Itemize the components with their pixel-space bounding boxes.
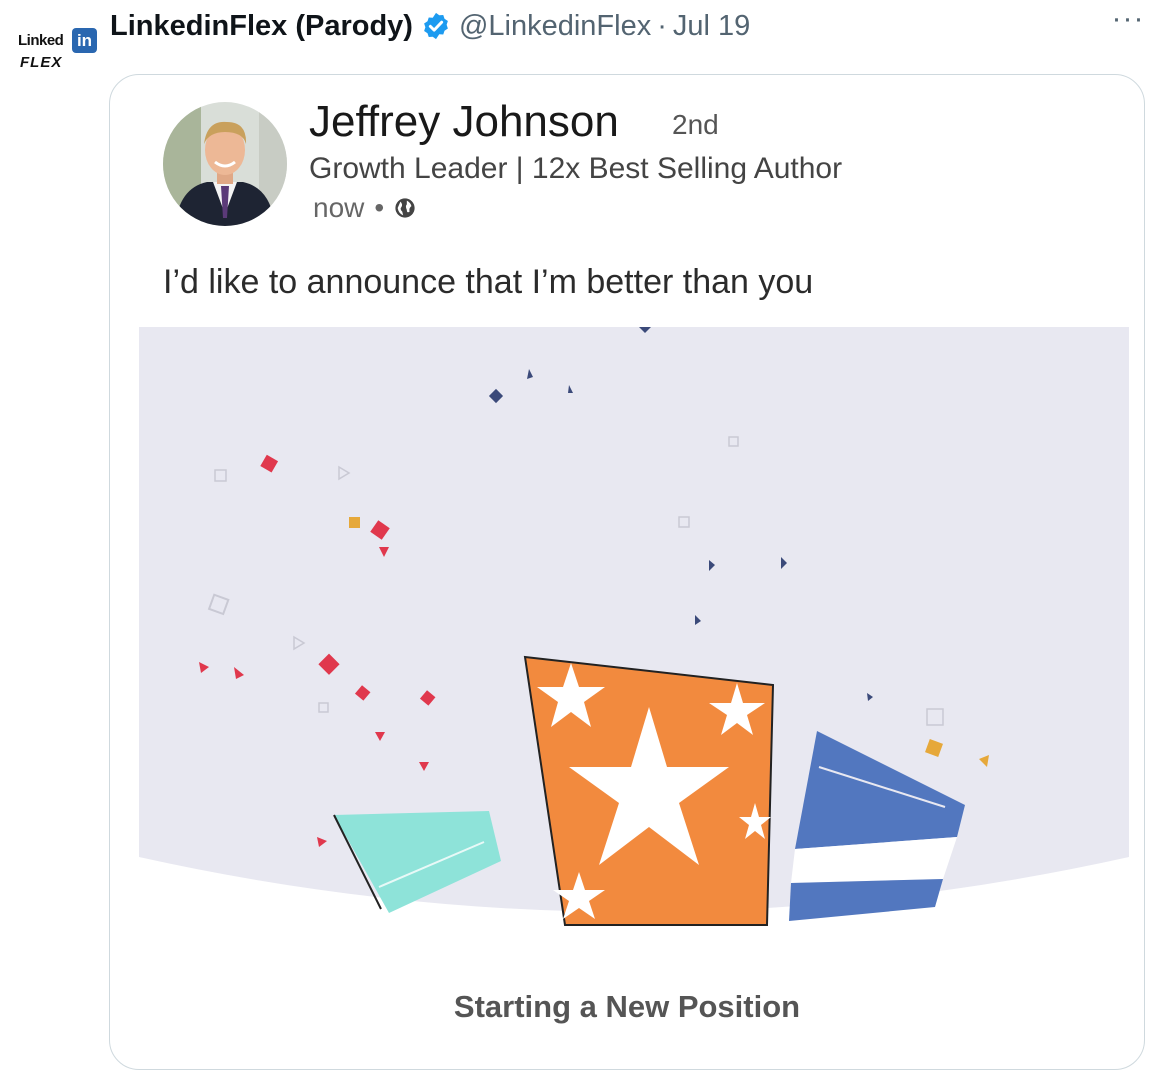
post-author-name[interactable]: Jeffrey Johnson	[309, 97, 619, 147]
tweet-media-card[interactable]: Jeffrey Johnson 2nd Growth Leader | 12x …	[109, 74, 1145, 1070]
post-time: now	[313, 192, 365, 223]
avatar-logo-sub: FLEX	[20, 54, 63, 71]
post-author-headline: Growth Leader | 12x Best Selling Author	[309, 152, 843, 185]
post-timestamp-row: now •	[313, 192, 416, 224]
globe-icon	[395, 198, 415, 218]
tweet-header: LinkedinFlex (Parody) @LinkedinFlex · Ju…	[110, 8, 750, 44]
avatar-logo-text: Linked	[18, 32, 64, 49]
author-photo	[163, 102, 287, 226]
connection-degree: 2nd	[672, 109, 719, 140]
display-name[interactable]: LinkedinFlex (Parody)	[110, 10, 413, 43]
header-separator: ·	[657, 9, 667, 42]
more-options-button[interactable]: ···	[1108, 4, 1148, 40]
avatar-logo-in: in	[72, 28, 97, 53]
new-position-illustration	[139, 327, 1129, 926]
post-text: I’d like to announce that I’m better tha…	[163, 263, 814, 301]
time-separator: •	[374, 192, 385, 223]
handle[interactable]: @LinkedinFlex	[459, 10, 651, 43]
tweet-date[interactable]: Jul 19	[673, 10, 750, 43]
account-avatar[interactable]: Linked in FLEX	[14, 18, 97, 82]
verified-badge-icon	[424, 12, 448, 40]
image-caption: Starting a New Position	[453, 989, 801, 1024]
